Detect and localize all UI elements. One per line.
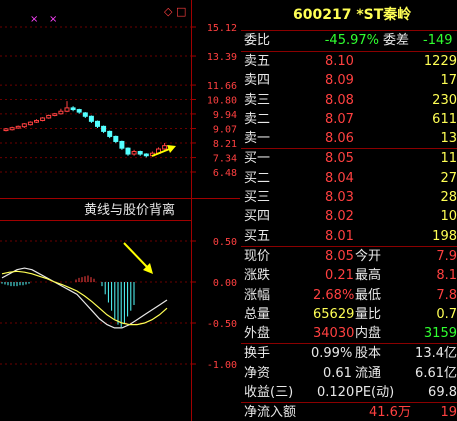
netflow-row: 净流入额 41.6万 19 (241, 403, 457, 421)
quote-row: 涨跌 0.21 最高 8.1 (244, 268, 457, 284)
kline-chart[interactable]: ◇ □ × × 15.12 13.39 11.66 10.80 9.94 9.07 8.21… (0, 0, 240, 421)
candle-body (101, 125, 107, 132)
macd-tick-label: -0.50 (207, 319, 237, 330)
candle-body (9, 127, 15, 131)
ask-book: 卖五 8.10 1229 卖四 8.09 17 卖三 8.08 230 卖二 8.07 611 … (241, 52, 457, 150)
bid-row[interactable]: 买四 8.02 10 (241, 207, 457, 226)
price-tick-label: 8.21 (213, 139, 237, 150)
ask-row[interactable]: 卖五 8.10 1229 (241, 52, 457, 71)
quote-row: 总量 65629 量比 0.7 (244, 306, 457, 322)
candle-body (131, 151, 137, 155)
ask-row[interactable]: 卖一 8.06 13 (241, 129, 457, 148)
window-icon[interactable]: □ (176, 5, 186, 18)
price-tick-label: 7.34 (213, 154, 237, 165)
weibi-row: 委比 -45.97% 委差 -149 (241, 31, 457, 52)
macd-tick-label: 0.50 (213, 237, 237, 248)
price-tick-label: 13.39 (207, 52, 237, 63)
candle-body (82, 112, 88, 117)
candle-body (46, 114, 52, 119)
price-tick-label: 15.12 (207, 23, 237, 34)
candle-body (162, 145, 168, 150)
candle-body (21, 123, 27, 128)
marker-x-icon: × (49, 14, 57, 25)
candle-body (64, 107, 70, 112)
candle-body (52, 113, 58, 116)
netflow-value: 41.6万 (369, 405, 411, 421)
netflow-label: 净流入额 (244, 405, 297, 421)
ask-row[interactable]: 卖三 8.08 230 (241, 91, 457, 110)
ask-row[interactable]: 卖四 8.09 17 (241, 71, 457, 90)
weicha-value: -149 (423, 33, 453, 48)
weibi-label: 委比 (244, 33, 271, 48)
price-tick-label: 10.80 (207, 96, 237, 107)
divergence-annotation: 黄线与股价背离 (84, 202, 175, 218)
price-tick-label: 6.48 (213, 168, 237, 179)
fundamentals: 换手 0.99% 股本 13.4亿 净资 0.61 流通 6.61亿 收益(三) 0.120 P… (241, 344, 457, 404)
bid-row[interactable]: 买二 8.04 27 (241, 169, 457, 188)
candle-body (107, 130, 113, 137)
candle-body (143, 153, 149, 157)
price-tick-label: 11.66 (207, 81, 237, 92)
quote-row: 涨幅 2.68% 最低 7.8 (244, 287, 457, 303)
candle-body (125, 147, 131, 155)
candle-body (113, 135, 119, 142)
stat-row: 收益(三) 0.120 PE(动) 69.8 (244, 385, 457, 401)
quote-stats: 现价 8.05 今开 7.9 涨跌 0.21 最高 8.1 涨幅 2.68% 最低 7.8 总量 6… (241, 247, 457, 345)
macd-tick-label: 0.00 (213, 278, 237, 289)
price-tick-label: 9.07 (213, 125, 237, 136)
bid-row[interactable]: 买一 8.05 11 (241, 149, 457, 168)
candle-body (70, 107, 76, 111)
candle-body (88, 115, 94, 122)
candle-body (58, 110, 64, 115)
stock-title: 600217 *ST秦岭 (241, 0, 457, 31)
quote-row: 现价 8.05 今开 7.9 (244, 248, 457, 264)
quote-row: 外盘 34030 内盘 3159 (244, 326, 457, 342)
price-tick-label: 9.94 (213, 110, 237, 121)
quote-panel: 600217 *ST秦岭 委比 -45.97% 委差 -149 卖五 8.10 12… (241, 0, 457, 421)
stat-row: 净资 0.61 流通 6.61亿 (244, 365, 457, 381)
weibi-value: -45.97% (324, 33, 379, 48)
candle-body (137, 151, 143, 155)
candle-body (95, 120, 100, 127)
candle-body (3, 128, 9, 132)
marker-x-icon: × (30, 14, 38, 25)
candle-body (15, 125, 21, 129)
netflow-extra: 19 (440, 405, 457, 421)
diamond-icon[interactable]: ◇ (164, 5, 173, 18)
stat-row: 换手 0.99% 股本 13.4亿 (244, 346, 457, 362)
macd-tick-label: -1.00 (207, 360, 237, 371)
bid-row[interactable]: 买五 8.01 198 (241, 227, 457, 246)
candle-body (119, 140, 125, 149)
candle-body (27, 121, 33, 126)
candle-body (34, 119, 39, 123)
bid-row[interactable]: 买三 8.03 28 (241, 188, 457, 207)
candle-body (76, 109, 82, 113)
candle-body (40, 117, 46, 121)
bid-book: 买一 8.05 11 买二 8.04 27 买三 8.03 28 买四 8.02 10 买五 8.… (241, 149, 457, 247)
weicha-label: 委差 (383, 33, 410, 48)
ask-row[interactable]: 卖二 8.07 611 (241, 110, 457, 129)
